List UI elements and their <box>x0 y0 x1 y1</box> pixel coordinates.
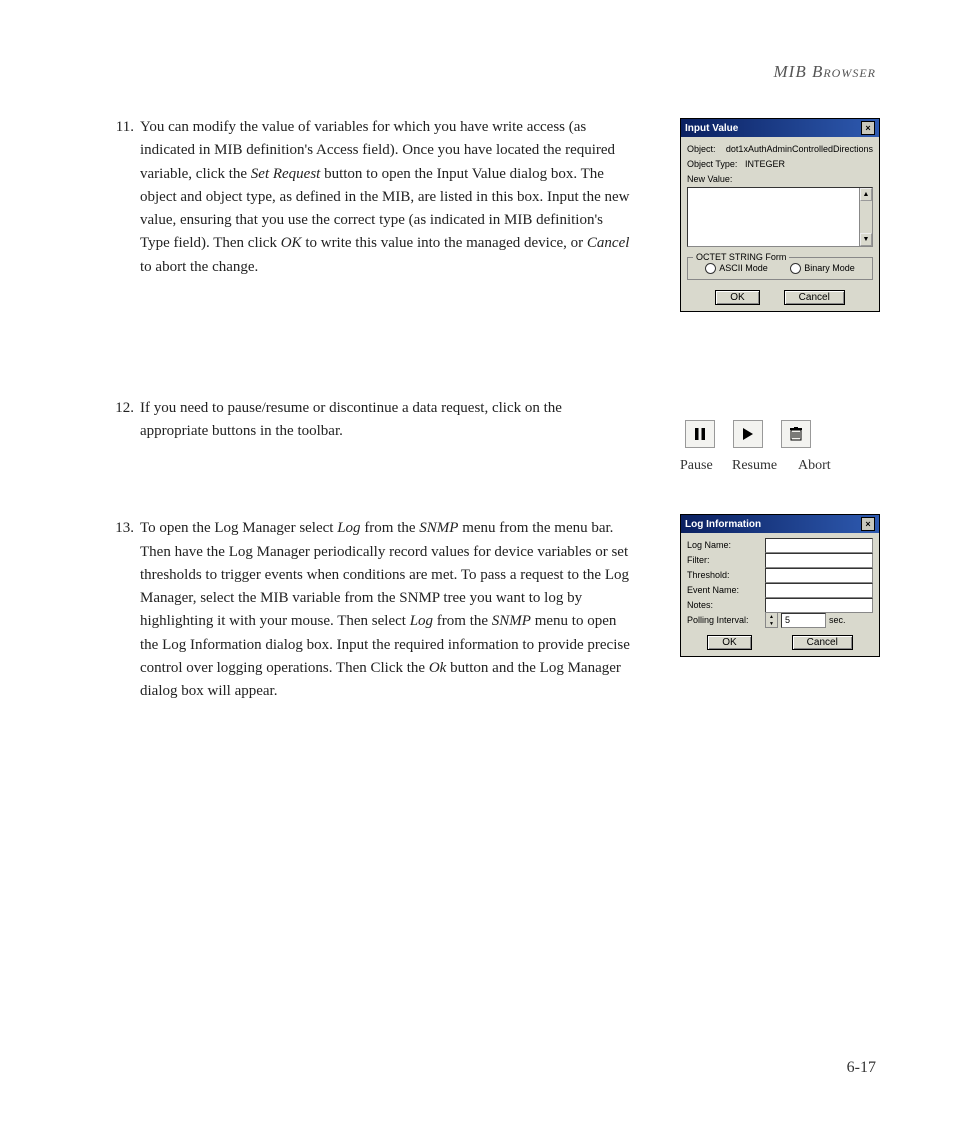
ascii-mode-radio[interactable]: ASCII Mode <box>705 263 768 274</box>
instruction-list: 11. You can modify the value of variable… <box>100 116 630 703</box>
object-value: dot1xAuthAdminControlledDirections <box>726 144 873 154</box>
log-information-dialog-figure: Log Information × Log Name: Filter: Thre… <box>680 514 880 657</box>
toolbar-figure: Pause Resume Abort <box>680 420 880 474</box>
log-name-field[interactable] <box>765 538 873 553</box>
list-item-text: If you need to pause/resume or discontin… <box>140 397 630 444</box>
ok-button[interactable]: OK <box>715 290 759 305</box>
resume-label: Resume <box>732 458 790 474</box>
dialog-titlebar[interactable]: Log Information × <box>681 515 879 533</box>
abort-label: Abort <box>798 458 846 474</box>
stepper-down-icon[interactable]: ▼ <box>766 620 777 627</box>
new-value-label: New Value: <box>687 174 745 184</box>
log-information-dialog: Log Information × Log Name: Filter: Thre… <box>680 514 880 657</box>
resume-button[interactable] <box>733 420 763 448</box>
pause-label: Pause <box>680 458 724 474</box>
notes-label: Notes: <box>687 600 765 610</box>
cancel-button[interactable]: Cancel <box>792 635 853 650</box>
close-icon[interactable]: × <box>861 517 875 531</box>
filter-field[interactable] <box>765 553 873 568</box>
input-value-dialog: Input Value × Object: dot1xAuthAdminCont… <box>680 118 880 312</box>
event-name-label: Event Name: <box>687 585 765 595</box>
list-item-number: 13. <box>100 517 140 703</box>
polling-interval-field[interactable]: 5 <box>781 613 826 628</box>
list-item-text: To open the Log Manager select Log from … <box>140 517 630 703</box>
object-type-label: Object Type: <box>687 159 745 169</box>
list-item-13: 13. To open the Log Manager select Log f… <box>100 517 630 703</box>
threshold-label: Threshold: <box>687 570 765 580</box>
page-header: MIB Browser <box>774 62 877 82</box>
polling-interval-label: Polling Interval: <box>687 615 765 625</box>
scrollbar[interactable]: ▲ ▼ <box>859 188 872 246</box>
stepper-up-icon[interactable]: ▲ <box>766 613 777 620</box>
cancel-button[interactable]: Cancel <box>784 290 845 305</box>
input-value-dialog-figure: Input Value × Object: dot1xAuthAdminCont… <box>680 118 880 312</box>
close-icon[interactable]: × <box>861 121 875 135</box>
threshold-field[interactable] <box>765 568 873 583</box>
polling-interval-stepper[interactable]: ▲ ▼ <box>765 612 778 628</box>
object-label: Object: <box>687 144 726 154</box>
list-item-number: 11. <box>100 116 140 279</box>
sec-label: sec. <box>829 615 846 625</box>
scroll-down-icon[interactable]: ▼ <box>860 233 872 246</box>
abort-button[interactable] <box>781 420 811 448</box>
octet-string-form-group: OCTET STRING Form ASCII Mode Binary Mode <box>687 257 873 280</box>
dialog-title: Input Value <box>685 123 738 134</box>
event-name-field[interactable] <box>765 583 873 598</box>
filter-label: Filter: <box>687 555 765 565</box>
page-number: 6-17 <box>847 1059 876 1077</box>
log-name-label: Log Name: <box>687 540 765 550</box>
group-legend: OCTET STRING Form <box>693 252 789 262</box>
pause-button[interactable] <box>685 420 715 448</box>
list-item-11: 11. You can modify the value of variable… <box>100 116 630 279</box>
object-type-value: INTEGER <box>745 159 873 169</box>
ok-button[interactable]: OK <box>707 635 751 650</box>
notes-field[interactable] <box>765 598 873 613</box>
binary-mode-radio[interactable]: Binary Mode <box>790 263 855 274</box>
dialog-titlebar[interactable]: Input Value × <box>681 119 879 137</box>
dialog-title: Log Information <box>685 519 761 530</box>
list-item-text: You can modify the value of variables fo… <box>140 116 630 279</box>
scroll-up-icon[interactable]: ▲ <box>860 188 872 201</box>
list-item-12: 12. If you need to pause/resume or disco… <box>100 397 630 444</box>
list-item-number: 12. <box>100 397 140 444</box>
new-value-textarea[interactable]: ▲ ▼ <box>687 187 873 247</box>
